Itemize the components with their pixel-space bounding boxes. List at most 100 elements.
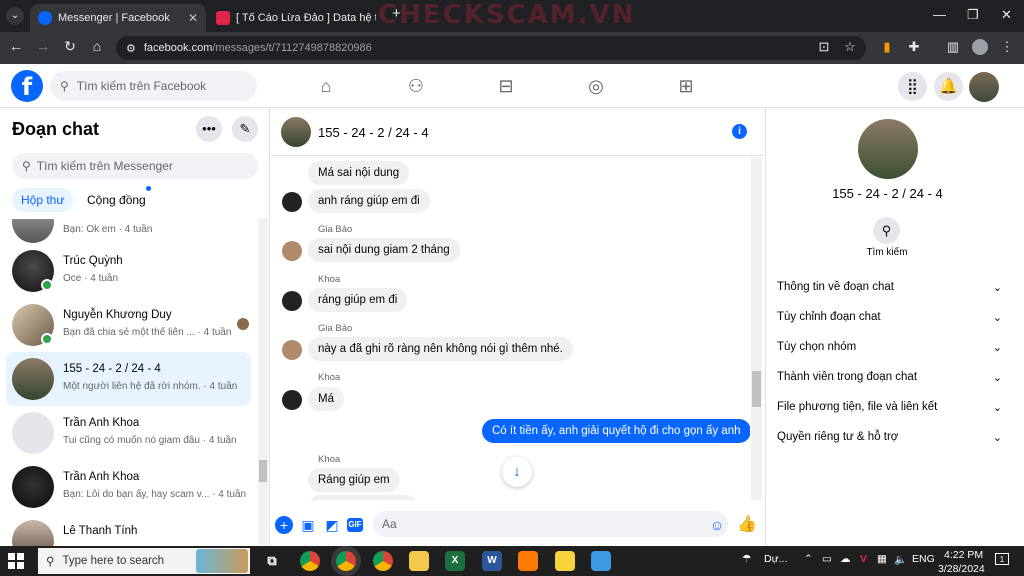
paint-icon[interactable] <box>591 551 611 571</box>
scrollbar-thumb[interactable] <box>259 460 267 482</box>
message-bubble[interactable]: sai nội dung giam 2 tháng <box>308 238 460 262</box>
info-icon[interactable]: i <box>732 124 747 139</box>
weather-text[interactable]: Dự... <box>764 553 787 565</box>
new-message-icon[interactable]: ✎ <box>232 116 258 142</box>
forward-icon[interactable]: → <box>33 38 53 54</box>
install-app-icon[interactable]: ⊡ <box>816 39 832 55</box>
section-chat-info[interactable]: Thông tin về đoạn chat ⌄ <box>777 275 1002 299</box>
notification-center-icon[interactable]: 1 <box>995 553 1009 565</box>
home-icon[interactable]: ⌂ <box>87 38 107 54</box>
conversation-item[interactable]: Trần Anh Khoa Tui cũng có muốn nó giam đ… <box>6 406 251 460</box>
clock-time[interactable]: 4:22 PM <box>944 549 983 561</box>
sticky-notes-icon[interactable] <box>555 551 575 571</box>
message-bubble[interactable]: Ráng giúp em <box>308 468 400 492</box>
clock-date[interactable]: 3/28/2024 <box>938 563 985 575</box>
search-icon: ⚲ <box>22 159 31 173</box>
task-view-icon[interactable]: ⧉ <box>262 551 282 571</box>
excel-icon[interactable]: X <box>445 551 465 571</box>
attach-image-icon[interactable]: ▣ <box>299 516 317 534</box>
weather-icon[interactable]: ☂ <box>742 553 751 565</box>
minimize-icon[interactable]: — <box>933 7 946 22</box>
gif-icon[interactable]: GIF <box>347 518 363 532</box>
app-orange-icon[interactable] <box>518 551 538 571</box>
like-thumb-icon[interactable]: 👍 <box>737 516 757 534</box>
word-icon[interactable]: W <box>482 551 502 571</box>
chrome-active-taskbar-icon[interactable] <box>336 551 356 571</box>
my-message-bubble[interactable]: Có ít tiền ấy, anh giải quyết hộ đi cho … <box>482 419 750 443</box>
scroll-to-bottom-icon[interactable]: ↓ <box>502 457 532 487</box>
chat-list-scrollbar[interactable] <box>258 218 268 545</box>
message-bubble[interactable]: ráng giúp em đi <box>308 288 408 312</box>
new-tab-button[interactable]: + <box>392 5 401 22</box>
extensions-puzzle-icon[interactable]: ✚ <box>906 39 922 55</box>
group-avatar[interactable] <box>858 119 918 179</box>
search-in-chat-icon[interactable]: ⚲ <box>873 217 900 244</box>
conversation-item[interactable]: Lê Thanh Tính <box>6 514 251 546</box>
messenger-search-input[interactable]: ⚲ Tìm kiếm trên Messenger <box>12 153 258 179</box>
emoji-icon[interactable]: ☺ <box>708 516 726 534</box>
profile-icon[interactable] <box>972 39 988 55</box>
notifications-bell-icon[interactable]: 🔔 <box>934 72 963 101</box>
scrollbar-thumb[interactable] <box>752 371 761 407</box>
chrome-taskbar-icon[interactable] <box>300 551 320 571</box>
address-bar[interactable]: ⚙ facebook.com/messages/t/71127498788209… <box>116 36 866 60</box>
close-window-icon[interactable]: ✕ <box>1001 7 1012 23</box>
thread-scrollbar[interactable] <box>751 157 762 500</box>
close-tab-icon[interactable]: ✕ <box>188 11 198 25</box>
tab-list-button[interactable]: ⌄ <box>6 7 24 25</box>
conversation-avatar[interactable] <box>281 117 311 147</box>
message-bubble[interactable]: anh ráng giúp em đi <box>308 189 430 213</box>
file-explorer-icon[interactable] <box>409 551 429 571</box>
community-unread-dot <box>146 186 151 191</box>
tray-app-v-icon[interactable]: V <box>860 553 867 565</box>
friends-nav-icon[interactable]: ⚇ <box>404 74 428 98</box>
message-input[interactable]: Aa <box>373 511 728 537</box>
account-avatar[interactable] <box>969 72 999 102</box>
tray-app-icon-2[interactable]: ▦ <box>877 553 887 565</box>
conversation-item[interactable]: Nguyễn Khương Duy Bạn đã chia sẻ một thể… <box>6 298 251 352</box>
reload-icon[interactable]: ↻ <box>60 38 80 55</box>
browser-tab-messenger[interactable]: Messenger | Facebook ✕ <box>30 4 206 32</box>
tab-inbox[interactable]: Hộp thư <box>12 188 74 212</box>
conversation-title[interactable]: 155 - 24 - 2 / 24 - 4 <box>318 125 429 140</box>
tab-community[interactable]: Cộng đồng <box>78 188 155 212</box>
onedrive-icon[interactable]: ☁ <box>840 553 851 565</box>
site-info-icon[interactable]: ⚙ <box>126 42 136 55</box>
gaming-nav-icon[interactable]: ⊞ <box>674 74 698 98</box>
chrome-profile-taskbar-icon[interactable] <box>373 551 393 571</box>
conversation-item[interactable]: Trần Anh Khoa Bạn: Lỗi do bạn ấy, hay sc… <box>6 460 251 514</box>
section-privacy-support[interactable]: Quyền riêng tư & hỗ trợ ⌄ <box>777 425 1002 449</box>
home-nav-icon[interactable]: ⌂ <box>314 74 338 98</box>
section-chat-members[interactable]: Thành viên trong đoạn chat ⌄ <box>777 365 1002 389</box>
chrome-menu-icon[interactable]: ⋮ <box>999 39 1015 55</box>
marketplace-nav-icon[interactable]: ⊟ <box>494 74 518 98</box>
message-bubble[interactable]: Má sai nội dung <box>308 161 410 185</box>
facebook-logo[interactable]: f <box>11 70 43 102</box>
more-options-icon[interactable]: ••• <box>196 116 222 142</box>
groups-nav-icon[interactable]: ◎ <box>584 74 608 98</box>
language-indicator[interactable]: ENG <box>912 553 935 565</box>
browser-tab-checkscam[interactable]: [ Tố Cáo Lừa Đảo ] Data hệ thố <box>208 4 384 32</box>
extension-icon[interactable]: ▮ <box>879 39 895 55</box>
windows-start-icon[interactable] <box>8 553 24 569</box>
back-icon[interactable]: ← <box>6 38 26 54</box>
section-media-files-links[interactable]: File phương tiện, file và liên kết ⌄ <box>777 395 1002 419</box>
menu-grid-icon[interactable]: ⣿ <box>898 72 927 101</box>
side-panel-icon[interactable]: ▥ <box>945 39 961 55</box>
volume-icon[interactable]: 🔈 <box>894 553 907 566</box>
message-bubble[interactable]: này a đã ghi rõ ràng nên không nói gì th… <box>308 337 573 361</box>
restore-icon[interactable]: ❐ <box>967 7 979 23</box>
bookmark-star-icon[interactable]: ☆ <box>842 39 858 55</box>
section-customize-chat[interactable]: Tùy chỉnh đoạn chat ⌄ <box>777 305 1002 329</box>
more-actions-plus-icon[interactable]: + <box>275 516 293 534</box>
tray-overflow-icon[interactable]: ⌃ <box>804 553 813 565</box>
tray-app-icon[interactable]: ▭ <box>822 553 832 565</box>
message-bubble[interactable]: Má <box>308 387 344 411</box>
facebook-search-input[interactable]: ⚲ Tìm kiếm trên Facebook <box>50 71 257 101</box>
section-group-options[interactable]: Tùy chọn nhóm ⌄ <box>777 335 1002 359</box>
conversation-item[interactable]: Trúc Quỳnh Oce · 4 tuần <box>6 244 251 298</box>
conversation-item-selected[interactable]: 155 - 24 - 2 / 24 - 4 Một người liên hệ … <box>6 352 251 406</box>
message-bubble-partial[interactable] <box>308 495 418 500</box>
search-icon: ⚲ <box>46 556 55 568</box>
sticker-icon[interactable]: ◩ <box>323 516 341 534</box>
